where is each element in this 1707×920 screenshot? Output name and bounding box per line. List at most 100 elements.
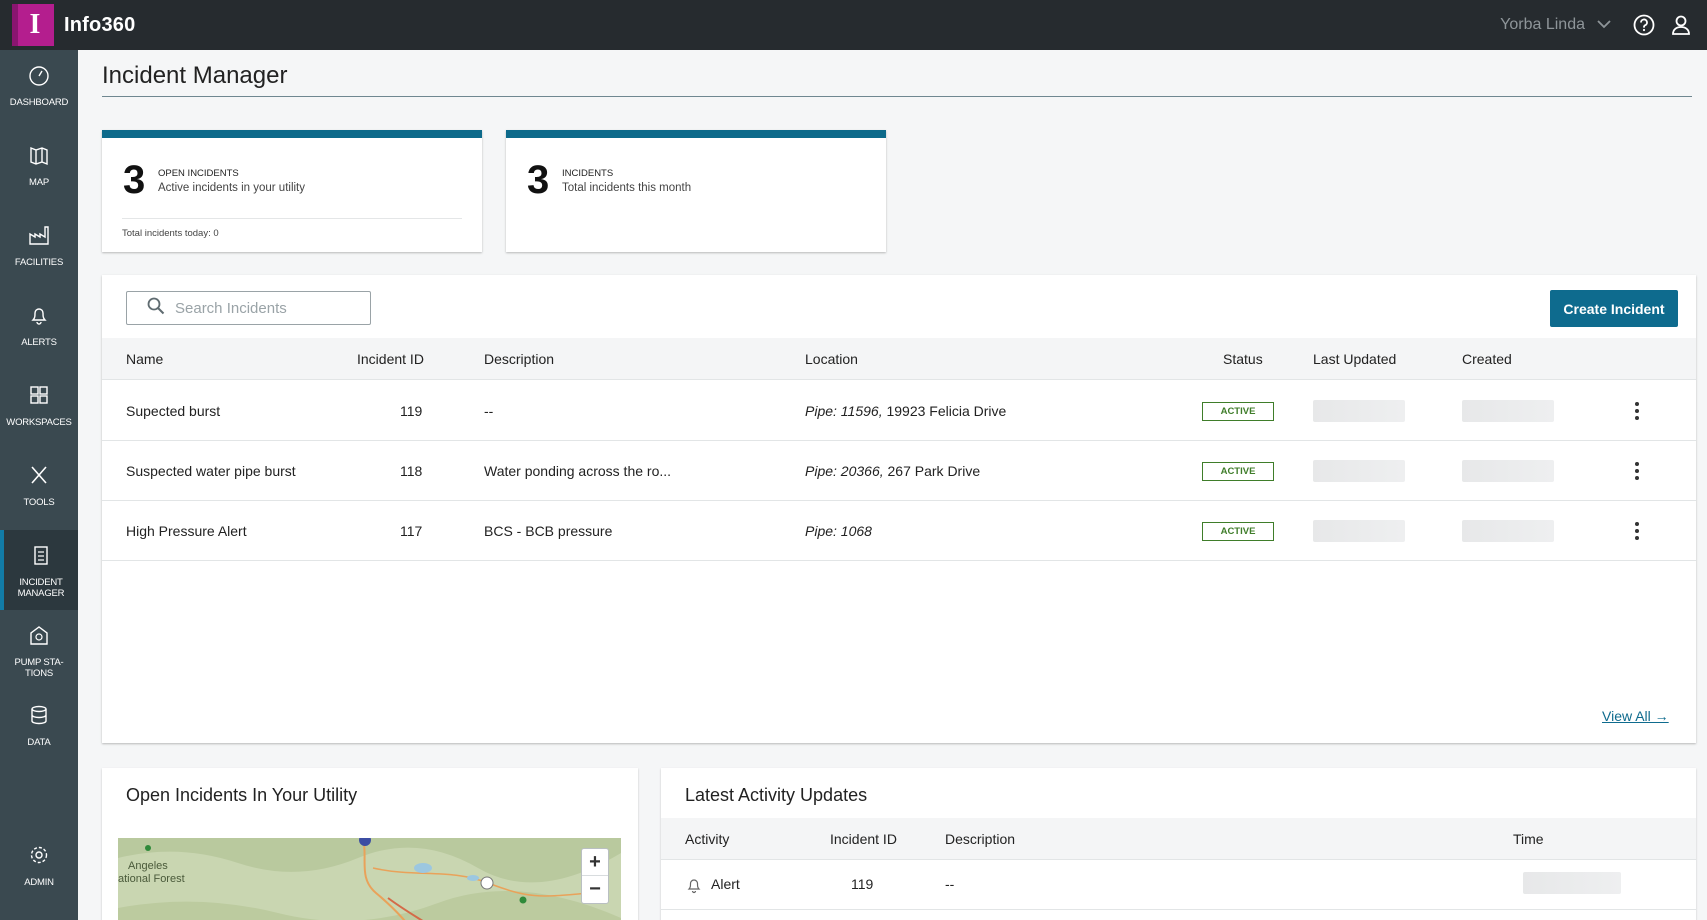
app-logo[interactable]: I xyxy=(12,4,54,46)
more-options-icon[interactable] xyxy=(1632,459,1642,483)
view-all-link[interactable]: View All → xyxy=(1602,708,1669,724)
cell-description: Water ponding across the ro... xyxy=(484,463,672,479)
database-icon xyxy=(27,704,51,731)
sidebar-item-label: ADMIN xyxy=(24,877,54,888)
more-options-icon[interactable] xyxy=(1632,519,1642,543)
open-incidents-map-panel: Open Incidents In Your Utility Angeles a… xyxy=(102,768,638,920)
bell-icon xyxy=(685,876,703,899)
search-icon xyxy=(147,297,165,320)
activity-table-header: Activity Incident ID Description Time xyxy=(661,818,1696,860)
map-terrain xyxy=(118,838,621,920)
incident-map[interactable]: Angeles ational Forest + − xyxy=(118,838,621,920)
time-redacted xyxy=(1523,872,1621,894)
table-row[interactable]: Suspected water pipe burst 118 Water pon… xyxy=(102,441,1696,501)
divider xyxy=(122,218,462,219)
location-pipe: Pipe: 11596, xyxy=(805,403,883,419)
table-row[interactable]: Supected burst 119 -- Pipe: 11596, 19923… xyxy=(102,381,1696,441)
user-icon[interactable] xyxy=(1671,14,1691,36)
zoom-control: + − xyxy=(581,848,609,904)
sidebar-item-facilities[interactable]: FACILITIES xyxy=(0,224,78,268)
location-address: 267 Park Drive xyxy=(883,463,981,479)
map-icon xyxy=(27,144,51,171)
logo-letter: I xyxy=(29,9,41,40)
sidebar-item-map[interactable]: MAP xyxy=(0,144,78,188)
pump-icon xyxy=(27,624,51,651)
sidebar-item-label: INCIDENT MANAGER xyxy=(17,577,65,599)
cell-incident-id: 119 xyxy=(400,403,423,419)
cell-description: -- xyxy=(484,403,494,419)
stat-label: OPEN INCIDENTS xyxy=(158,168,239,179)
created-redacted xyxy=(1462,400,1554,422)
sidebar-item-dashboard[interactable]: DASHBOARD xyxy=(0,64,78,108)
sidebar-item-admin[interactable]: ADMIN xyxy=(0,844,78,888)
last-updated-redacted xyxy=(1313,400,1405,422)
bell-icon xyxy=(27,304,51,331)
column-header-incident-id[interactable]: Incident ID xyxy=(830,831,897,847)
status-badge: ACTIVE xyxy=(1202,402,1274,421)
cell-name: Supected burst xyxy=(126,403,221,419)
sidebar: DASHBOARD MAP FACILITIES ALERTS WORKSPAC… xyxy=(0,50,78,920)
panel-title: Latest Activity Updates xyxy=(685,785,868,805)
cell-activity: Alert xyxy=(711,876,740,892)
column-header-description[interactable]: Description xyxy=(484,351,554,367)
cell-description: BCS - BCB pressure xyxy=(484,523,613,539)
search-input[interactable] xyxy=(175,299,355,317)
app-title: Info360 xyxy=(64,13,136,36)
cell-name: High Pressure Alert xyxy=(126,523,247,539)
sidebar-item-alerts[interactable]: ALERTS xyxy=(0,304,78,348)
gear-icon xyxy=(27,844,51,871)
stat-label: INCIDENTS xyxy=(562,168,614,179)
cell-incident-id: 119 xyxy=(851,876,874,892)
column-header-status[interactable]: Status xyxy=(1223,351,1263,367)
org-name: Yorba Linda xyxy=(1500,16,1585,33)
cell-location: Pipe: 20366, 267 Park Drive xyxy=(805,463,980,479)
column-header-name[interactable]: Name xyxy=(126,351,163,367)
stat-card-open-incidents: 3 OPEN INCIDENTS Active incidents in you… xyxy=(102,130,482,252)
clipboard-icon xyxy=(29,544,53,571)
activity-row[interactable]: Alert 119 -- xyxy=(661,860,1696,910)
sidebar-item-pump-stations[interactable]: PUMP STA-TIONS xyxy=(0,624,78,679)
status-badge: ACTIVE xyxy=(1202,462,1274,481)
table-row[interactable]: High Pressure Alert 117 BCS - BCB pressu… xyxy=(102,501,1696,561)
title-divider xyxy=(102,96,1692,97)
main-content: Incident Manager 3 OPEN INCIDENTS Active… xyxy=(78,50,1707,920)
column-header-incident-id[interactable]: Incident ID xyxy=(357,351,424,367)
stat-card-incidents-month: 3 INCIDENTS Total incidents this month xyxy=(506,130,886,252)
created-redacted xyxy=(1462,460,1554,482)
column-header-description[interactable]: Description xyxy=(945,831,1015,847)
column-header-created[interactable]: Created xyxy=(1462,351,1512,367)
page-title: Incident Manager xyxy=(102,62,288,89)
column-header-location[interactable]: Location xyxy=(805,351,858,367)
factory-icon xyxy=(27,224,51,251)
stat-value: 3 xyxy=(527,158,550,202)
help-icon[interactable] xyxy=(1633,14,1655,36)
map-label: ational Forest xyxy=(118,873,185,885)
org-selector[interactable]: Yorba Linda xyxy=(1500,16,1611,34)
column-header-last-updated[interactable]: Last Updated xyxy=(1313,351,1396,367)
sidebar-item-label: FACILITIES xyxy=(14,257,64,268)
location-address: 19923 Felicia Drive xyxy=(882,403,1007,419)
zoom-in-button[interactable]: + xyxy=(582,849,608,876)
create-incident-button[interactable]: Create Incident xyxy=(1550,290,1678,327)
tools-icon xyxy=(27,464,51,491)
cell-location: Pipe: 1068 xyxy=(805,523,872,539)
gauge-icon xyxy=(27,64,51,91)
sidebar-item-incident-manager[interactable]: INCIDENT MANAGER xyxy=(0,530,78,610)
created-redacted xyxy=(1462,520,1554,542)
cell-incident-id: 117 xyxy=(400,523,423,539)
sidebar-item-data[interactable]: DATA xyxy=(0,704,78,748)
search-box[interactable] xyxy=(126,291,371,325)
table-header: Name Incident ID Description Location St… xyxy=(102,338,1696,380)
status-badge: ACTIVE xyxy=(1202,522,1274,541)
stat-footer: Total incidents today: 0 xyxy=(122,228,219,239)
column-header-time[interactable]: Time xyxy=(1513,831,1544,847)
grid-icon xyxy=(27,384,51,411)
zoom-out-button[interactable]: − xyxy=(582,876,608,903)
sidebar-item-workspaces[interactable]: WORKSPACES xyxy=(0,384,78,428)
more-options-icon[interactable] xyxy=(1632,399,1642,423)
sidebar-item-tools[interactable]: TOOLS xyxy=(0,464,78,508)
location-pipe: Pipe: 1068 xyxy=(805,523,872,539)
cell-description: -- xyxy=(945,876,955,892)
last-updated-redacted xyxy=(1313,460,1405,482)
column-header-activity[interactable]: Activity xyxy=(685,831,729,847)
